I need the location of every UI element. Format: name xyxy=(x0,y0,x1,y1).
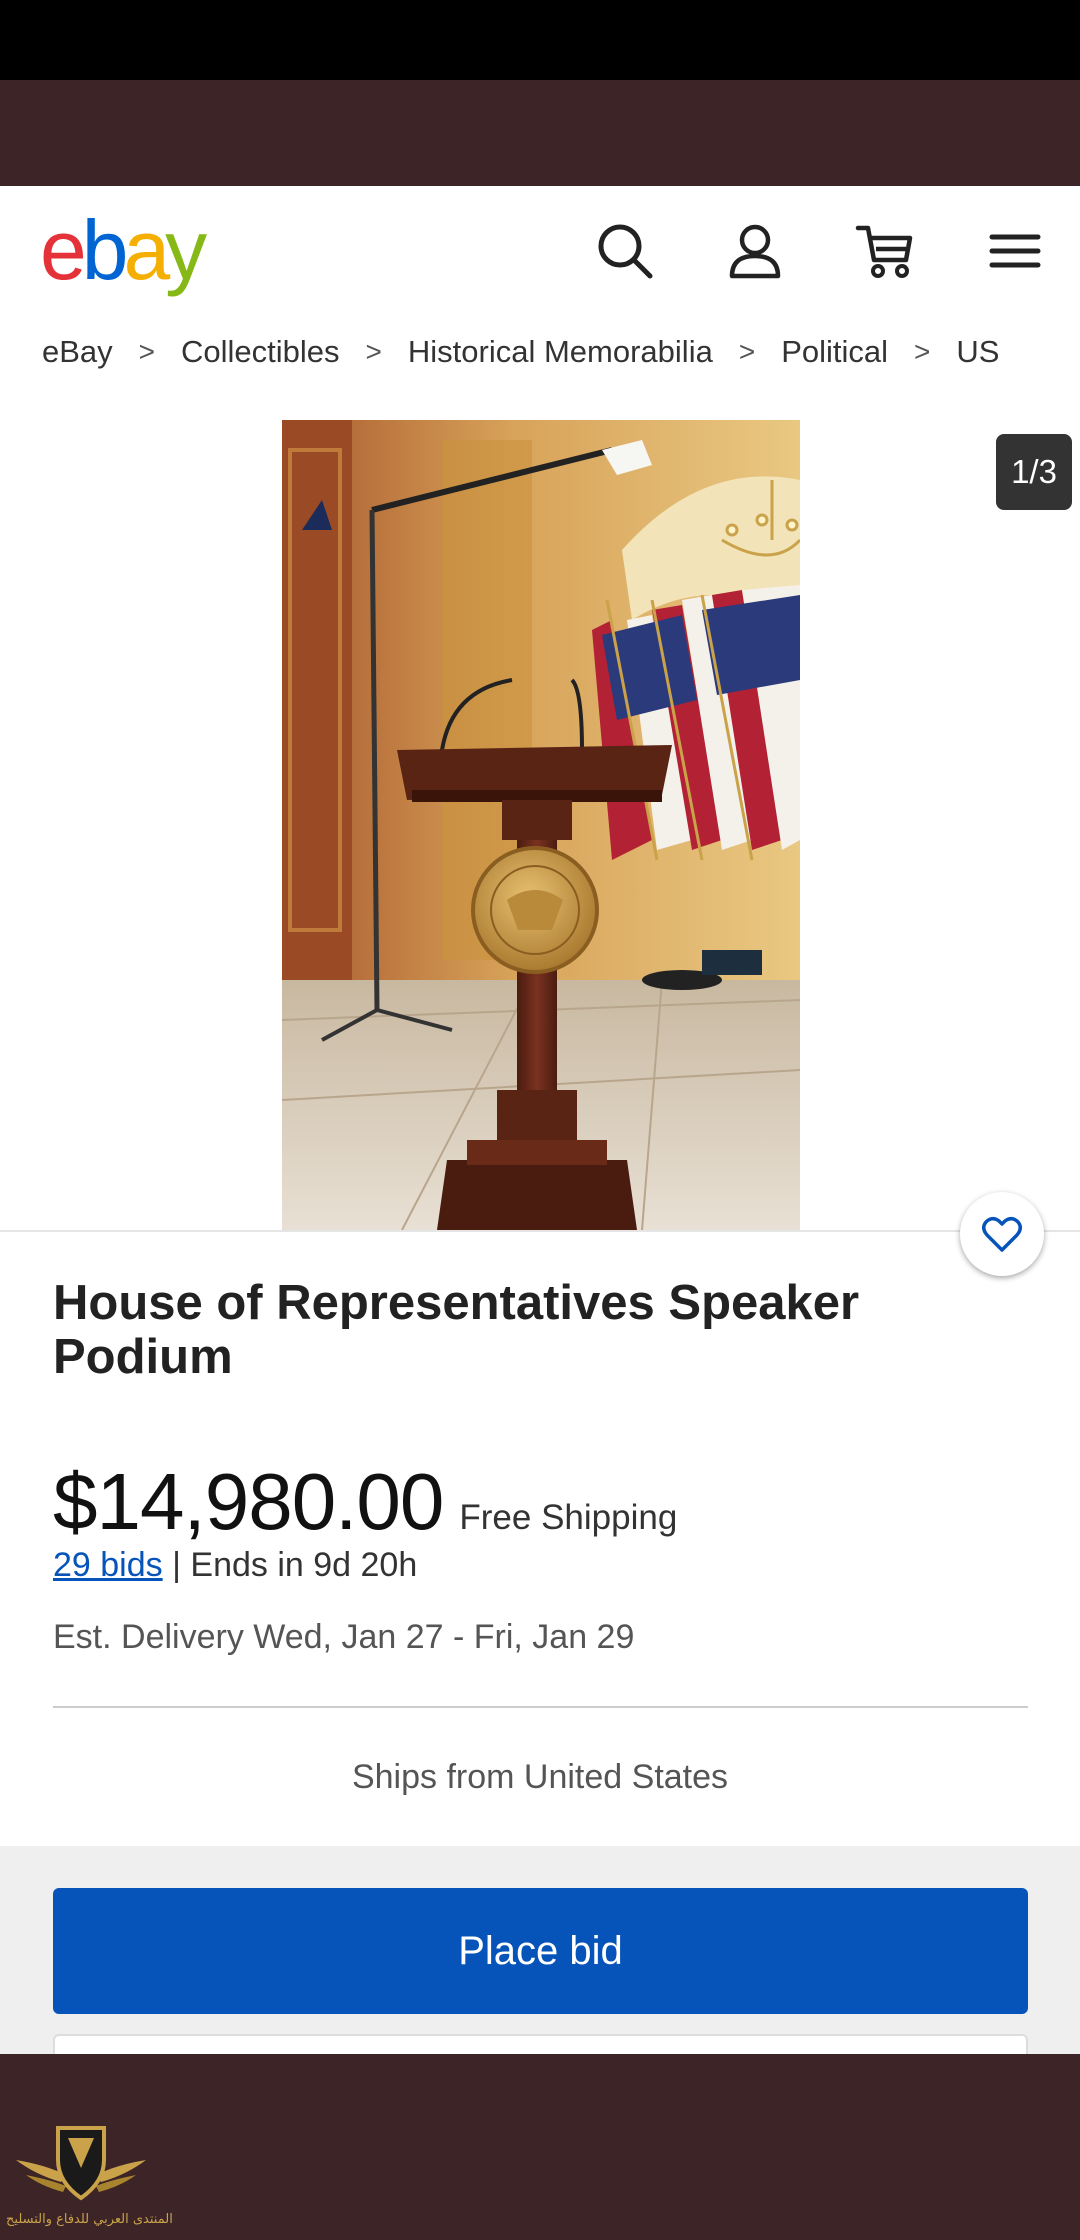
ebay-listing-page: ebay eBay > Collectibles > Historical Me… xyxy=(0,186,1080,2054)
breadcrumb-separator: > xyxy=(738,336,756,367)
logo-letter: b xyxy=(81,203,129,297)
search-icon[interactable] xyxy=(592,218,658,284)
gallery-divider xyxy=(0,1230,1080,1232)
breadcrumb-separator: > xyxy=(138,336,156,367)
breadcrumb-item[interactable]: Historical Memorabilia xyxy=(408,334,713,370)
site-header: ebay xyxy=(0,186,1080,316)
breadcrumb-item[interactable]: eBay xyxy=(42,334,113,370)
logo-letter: y xyxy=(165,203,207,297)
image-counter-badge: 1/3 xyxy=(996,434,1072,510)
price-row: $14,980.00 Free Shipping xyxy=(53,1456,677,1548)
cart-icon[interactable] xyxy=(852,218,918,284)
breadcrumb-item[interactable]: Collectibles xyxy=(181,334,340,370)
listing-photo[interactable] xyxy=(282,420,800,1230)
ships-from-label: Ships from United States xyxy=(351,1758,729,1796)
logo-letter: e xyxy=(40,203,87,297)
ebay-logo[interactable]: ebay xyxy=(40,203,207,297)
watch-heart-button[interactable] xyxy=(960,1192,1044,1276)
estimated-delivery: Est. Delivery Wed, Jan 27 - Fri, Jan 29 xyxy=(53,1618,635,1656)
top-frame-band xyxy=(0,80,1080,186)
breadcrumb-separator: > xyxy=(365,336,382,367)
bids-row: 29 bids | Ends in 9d 20h xyxy=(53,1546,417,1585)
breadcrumb-item[interactable]: Political xyxy=(781,334,888,370)
breadcrumb-item[interactable]: US xyxy=(956,334,999,370)
forum-watermark-logo: المنتدى العربي للدفاع والتسليح xyxy=(6,2120,173,2238)
watermark-text: المنتدى العربي للدفاع والتسليح xyxy=(6,2212,173,2227)
place-bid-button[interactable]: Place bid xyxy=(53,1888,1028,2014)
listing-price: $14,980.00 xyxy=(53,1457,444,1546)
breadcrumb-separator: > xyxy=(914,336,931,367)
status-bar-area xyxy=(0,0,1080,80)
section-divider xyxy=(53,1706,1028,1708)
listing-title: House of Representatives Speaker Podium xyxy=(53,1276,860,1384)
hamburger-menu-icon[interactable] xyxy=(982,218,1048,284)
secondary-action-button[interactable] xyxy=(53,2034,1028,2054)
user-icon[interactable] xyxy=(722,218,788,284)
logo-letter: a xyxy=(123,203,170,297)
breadcrumb: eBay > Collectibles > Historical Memorab… xyxy=(42,334,999,370)
heart-icon xyxy=(982,1217,1022,1252)
eagle-shield-icon xyxy=(16,2126,146,2201)
bid-history-link[interactable]: 29 bids xyxy=(53,1546,163,1584)
shipping-label: Free Shipping xyxy=(459,1498,678,1537)
bids-separator: | xyxy=(172,1546,181,1584)
auction-end-time: Ends in 9d 20h xyxy=(190,1546,418,1584)
